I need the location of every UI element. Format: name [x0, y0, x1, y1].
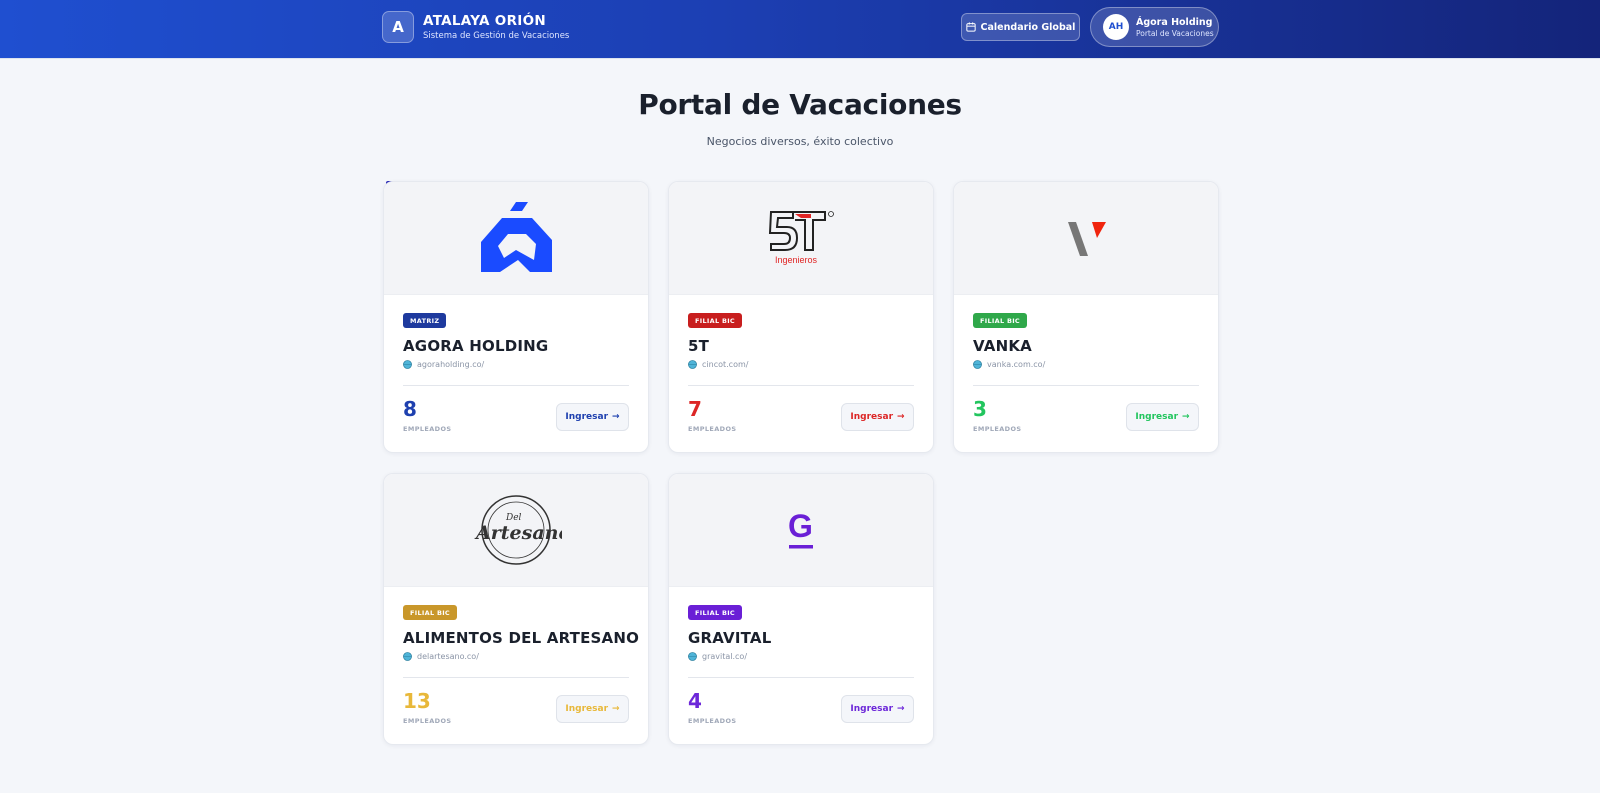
- arrow-right-icon: →: [612, 412, 620, 422]
- divider: [403, 677, 629, 678]
- globe-icon: [688, 360, 697, 369]
- calendar-icon: [965, 22, 976, 32]
- card-logo-area: [954, 182, 1218, 295]
- company-card-5t[interactable]: Ingenieros FILIAL BIC 5T cincot.com/ 7 E…: [668, 181, 934, 453]
- card-logo-area: Ingenieros: [669, 182, 933, 295]
- website-text: gravital.co/: [702, 652, 748, 661]
- company-name: 5T: [688, 337, 710, 355]
- globe-icon: [403, 360, 412, 369]
- enter-button-label: Ingresar: [565, 412, 609, 422]
- employee-label: EMPLEADOS: [403, 425, 452, 433]
- company-name: ALIMENTOS DEL ARTESANO: [403, 629, 640, 647]
- company-card-alimentos-del-artesano[interactable]: Del Artesano FILIAL BIC ALIMENTOS DEL AR…: [383, 473, 649, 745]
- company-name: AGORA HOLDING: [403, 337, 549, 355]
- arrow-right-icon: →: [897, 704, 905, 714]
- user-info: Ágora Holding Portal de Vacaciones: [1136, 16, 1214, 39]
- employee-count: 4: [688, 689, 702, 713]
- top-navbar: A ATALAYA ORIÓN Sistema de Gestión de Va…: [0, 0, 1600, 59]
- status-badge: MATRIZ: [403, 313, 447, 328]
- agora-logo-icon: [481, 202, 552, 272]
- enter-button-label: Ingresar: [850, 704, 894, 714]
- arrow-right-icon: →: [1182, 412, 1190, 422]
- gravital-logo-icon: G: [788, 508, 813, 549]
- global-calendar-button[interactable]: Calendario Global: [961, 13, 1080, 41]
- enter-button-label: Ingresar: [850, 412, 894, 422]
- user-name: Ágora Holding: [1136, 16, 1213, 28]
- divider: [973, 385, 1199, 386]
- employee-count: 7: [688, 397, 702, 421]
- svg-text:Artesano: Artesano: [474, 522, 562, 544]
- vanka-logo-icon: [1068, 222, 1106, 256]
- svg-text:G: G: [788, 508, 813, 544]
- enter-button-label: Ingresar: [565, 704, 609, 714]
- website-text: delartesano.co/: [417, 652, 479, 661]
- company-name: VANKA: [973, 337, 1032, 355]
- globe-icon: [973, 360, 982, 369]
- brand[interactable]: A ATALAYA ORIÓN Sistema de Gestión de Va…: [382, 11, 569, 43]
- employee-label: EMPLEADOS: [688, 425, 737, 433]
- arrow-right-icon: →: [897, 412, 905, 422]
- artesano-logo-icon: Del Artesano: [474, 495, 562, 565]
- divider: [688, 385, 914, 386]
- calendar-button-label: Calendario Global: [980, 21, 1076, 33]
- website-text: agoraholding.co/: [417, 360, 485, 369]
- brand-subtitle: Sistema de Gestión de Vacaciones: [423, 31, 570, 41]
- employee-count: 3: [973, 397, 987, 421]
- website-link[interactable]: cincot.com/: [688, 360, 748, 369]
- employee-label: EMPLEADOS: [403, 717, 452, 725]
- user-role: Portal de Vacaciones: [1136, 28, 1214, 38]
- company-name: GRAVITAL: [688, 629, 772, 647]
- website-text: cincot.com/: [702, 360, 749, 369]
- svg-text:Ingenieros: Ingenieros: [775, 255, 818, 265]
- enter-button[interactable]: Ingresar →: [841, 403, 914, 431]
- employee-label: EMPLEADOS: [688, 717, 737, 725]
- arrow-right-icon: →: [612, 704, 620, 714]
- page-subtitle: Negocios diversos, éxito colectivo: [706, 135, 894, 148]
- company-card-vanka[interactable]: FILIAL BIC VANKA vanka.com.co/ 3 EMPLEAD…: [953, 181, 1219, 453]
- enter-button[interactable]: Ingresar →: [556, 403, 629, 431]
- website-link[interactable]: vanka.com.co/: [973, 360, 1045, 369]
- employee-count: 13: [403, 689, 431, 713]
- website-link[interactable]: delartesano.co/: [403, 652, 479, 661]
- avatar: AH: [1103, 14, 1129, 40]
- status-badge: FILIAL BIC: [688, 313, 742, 328]
- employee-label: EMPLEADOS: [973, 425, 1022, 433]
- globe-icon: [688, 652, 697, 661]
- brand-logo-icon: A: [382, 11, 414, 43]
- 5t-logo-icon: Ingenieros: [768, 211, 834, 265]
- enter-button[interactable]: Ingresar →: [556, 695, 629, 723]
- status-badge: FILIAL BIC: [973, 313, 1027, 328]
- card-logo-area: [384, 182, 648, 295]
- company-card-agora-holding[interactable]: MATRIZ AGORA HOLDING agoraholding.co/ 8 …: [383, 181, 649, 453]
- divider: [403, 385, 629, 386]
- brand-title: ATALAYA ORIÓN: [423, 13, 546, 29]
- website-text: vanka.com.co/: [987, 360, 1046, 369]
- divider: [688, 677, 914, 678]
- employee-count: 8: [403, 397, 417, 421]
- card-logo-area: G: [669, 474, 933, 587]
- status-badge: FILIAL BIC: [688, 605, 742, 620]
- card-logo-area: Del Artesano: [384, 474, 648, 587]
- website-link[interactable]: agoraholding.co/: [403, 360, 484, 369]
- enter-button-label: Ingresar: [1135, 412, 1179, 422]
- status-badge: FILIAL BIC: [403, 605, 457, 620]
- enter-button[interactable]: Ingresar →: [841, 695, 914, 723]
- page-title: Portal de Vacaciones: [638, 88, 962, 121]
- globe-icon: [403, 652, 412, 661]
- brand-text: ATALAYA ORIÓN Sistema de Gestión de Vaca…: [423, 12, 569, 42]
- website-link[interactable]: gravital.co/: [688, 652, 747, 661]
- company-card-gravital[interactable]: G FILIAL BIC GRAVITAL gravital.co/ 4 EMP…: [668, 473, 934, 745]
- user-menu[interactable]: AH Ágora Holding Portal de Vacaciones: [1090, 7, 1219, 47]
- enter-button[interactable]: Ingresar →: [1126, 403, 1199, 431]
